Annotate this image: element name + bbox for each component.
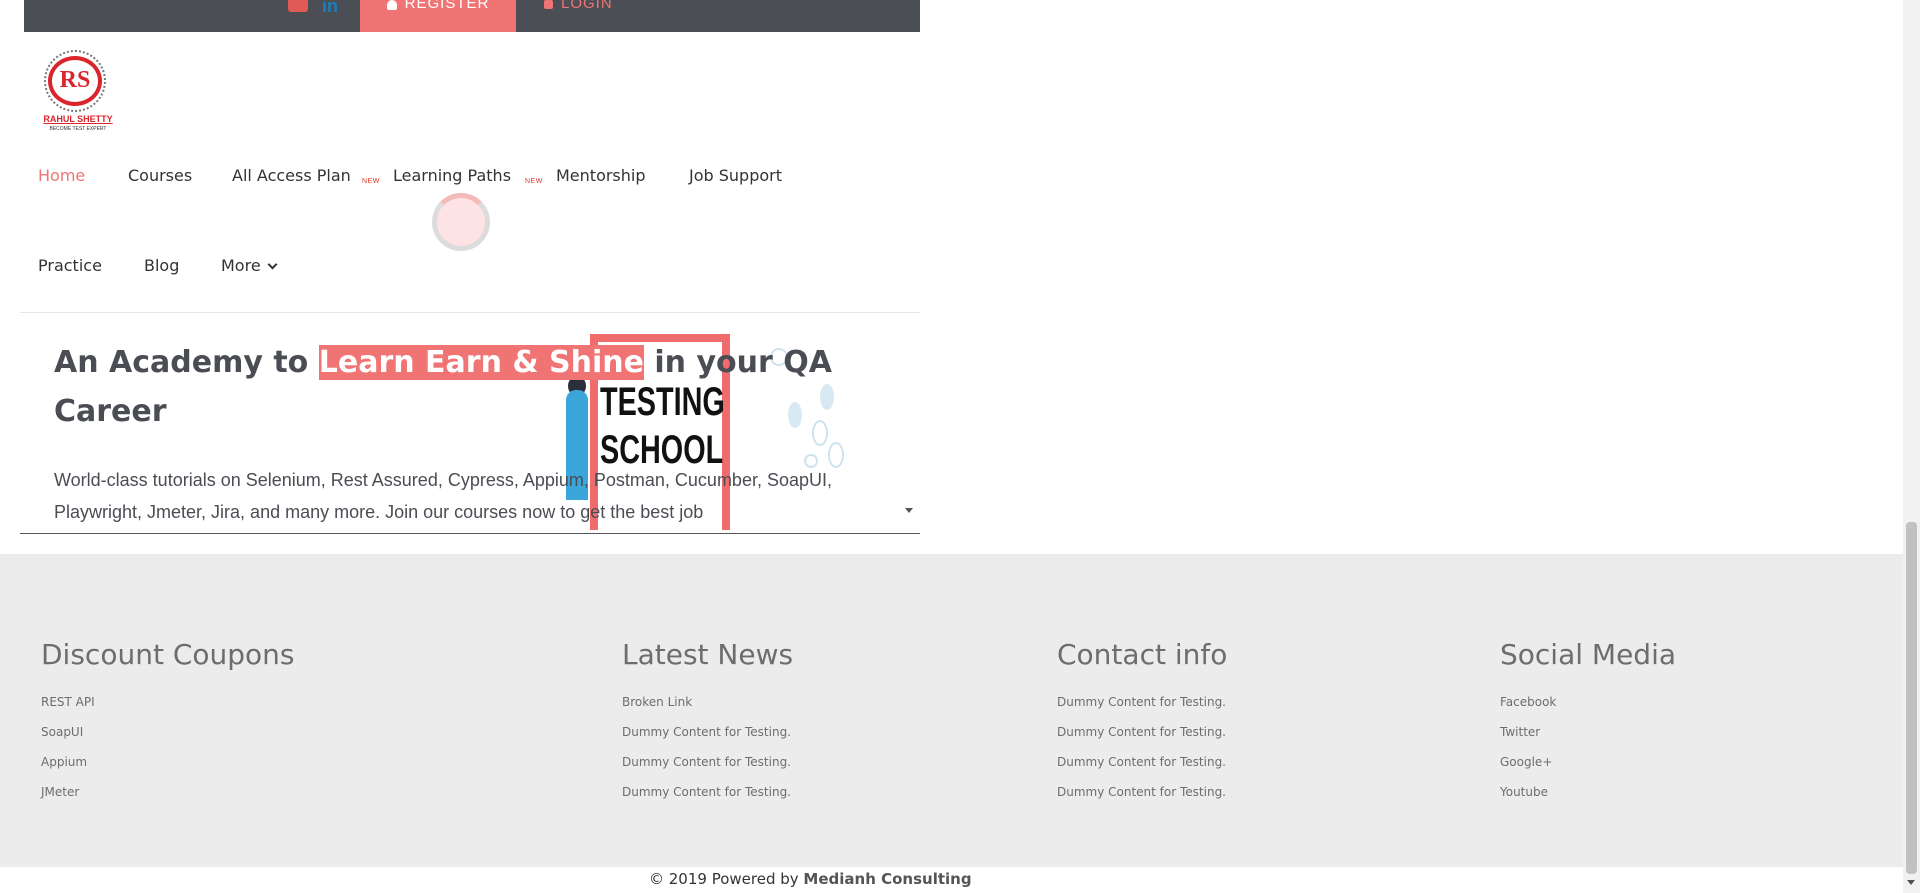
footer-link[interactable]: Dummy Content for Testing.	[1057, 687, 1227, 717]
nav-all-access-plan[interactable]: All Access Plan	[232, 166, 351, 185]
chevron-down-icon	[267, 259, 278, 270]
footer-column-discount-coupons: Discount Coupons REST API SoapUI Appium …	[41, 638, 295, 807]
footer-heading: Latest News	[622, 638, 794, 671]
footer-link[interactable]: Dummy Content for Testing.	[1057, 717, 1227, 747]
footer-link[interactable]: JMeter	[41, 777, 295, 807]
nav-home[interactable]: Home	[38, 166, 85, 185]
user-icon	[386, 0, 397, 10]
footer: Discount Coupons REST API SoapUI Appium …	[0, 554, 1903, 867]
divider	[20, 312, 920, 313]
linkedin-icon[interactable]: in	[322, 0, 338, 17]
footer-link[interactable]: Dummy Content for Testing.	[622, 777, 793, 807]
loading-spinner	[432, 193, 490, 251]
new-badge: NEW	[362, 178, 380, 185]
footer-column-latest-news: Latest News Broken Link Dummy Content fo…	[622, 638, 793, 807]
hero-description: World-class tutorials on Selenium, Rest …	[54, 470, 832, 522]
footer-column-contact-info: Contact info Dummy Content for Testing. …	[1057, 638, 1227, 807]
register-label: REGISTER	[404, 0, 490, 12]
footer-link-youtube[interactable]: Youtube	[1500, 777, 1676, 807]
nav-learning-paths[interactable]: Learning Paths	[393, 166, 511, 185]
nav-mentorship[interactable]: Mentorship	[556, 166, 646, 185]
nav-courses[interactable]: Courses	[128, 166, 192, 185]
footer-link[interactable]: SoapUI	[41, 717, 295, 747]
page-scroll-down-arrow[interactable]	[1907, 880, 1915, 885]
hero-title: An Academy to Learn Earn & Shine in your…	[54, 338, 854, 436]
hero-title-highlight: Learn Earn & Shine	[318, 345, 644, 380]
footer-link-twitter[interactable]: Twitter	[1500, 717, 1676, 747]
login-label: LOGIN	[561, 0, 613, 12]
footer-column-social-media: Social Media Facebook Twitter Google+ Yo…	[1500, 638, 1676, 807]
logo-name: RAHUL SHETTY	[43, 114, 113, 124]
logo-tagline: BECOME TEST EXPERT	[49, 126, 107, 132]
embedded-iframe[interactable]: in REGISTER LOGIN RS RAHUL SHETTY BECOME…	[20, 0, 920, 534]
frame-scroll-down-arrow[interactable]	[905, 508, 913, 513]
logo-mark: RS	[48, 56, 102, 106]
youtube-icon[interactable]	[288, 0, 308, 12]
hero-title-prefix: An Academy to	[54, 345, 319, 380]
copyright: © 2019 Powered by Medianh Consulting	[649, 870, 972, 888]
footer-link[interactable]: Dummy Content for Testing.	[1057, 777, 1227, 807]
logo[interactable]: RS RAHUL SHETTY BECOME TEST EXPERT	[36, 50, 120, 134]
footer-link[interactable]: Dummy Content for Testing.	[622, 747, 793, 777]
footer-link-facebook[interactable]: Facebook	[1500, 687, 1676, 717]
footer-heading: Contact info	[1057, 638, 1228, 671]
copyright-brand-link[interactable]: Medianh Consulting	[803, 870, 971, 888]
nav-more-label: More	[221, 256, 261, 275]
nav-practice[interactable]: Practice	[38, 256, 102, 275]
nav-blog[interactable]: Blog	[144, 256, 179, 275]
register-button[interactable]: REGISTER	[360, 0, 516, 32]
footer-link[interactable]: Broken Link	[622, 687, 793, 717]
login-button[interactable]: LOGIN	[544, 0, 613, 32]
new-badge: NEW	[525, 178, 543, 185]
nav-job-support[interactable]: Job Support	[689, 166, 782, 185]
top-bar: in REGISTER LOGIN	[24, 0, 920, 32]
page-scrollbar-thumb[interactable]	[1906, 522, 1917, 874]
footer-heading: Discount Coupons	[41, 638, 295, 671]
frame-scrollbar[interactable]	[920, 0, 938, 533]
nav-more[interactable]: More	[221, 256, 278, 275]
footer-link[interactable]: Dummy Content for Testing.	[1057, 747, 1227, 777]
lock-icon	[544, 0, 553, 9]
footer-link[interactable]: REST API	[41, 687, 295, 717]
footer-heading: Social Media	[1500, 638, 1677, 671]
copyright-text: © 2019 Powered by	[649, 870, 804, 888]
footer-link-google-plus[interactable]: Google+	[1500, 747, 1676, 777]
footer-link[interactable]: Appium	[41, 747, 295, 777]
footer-link[interactable]: Dummy Content for Testing.	[622, 717, 793, 747]
